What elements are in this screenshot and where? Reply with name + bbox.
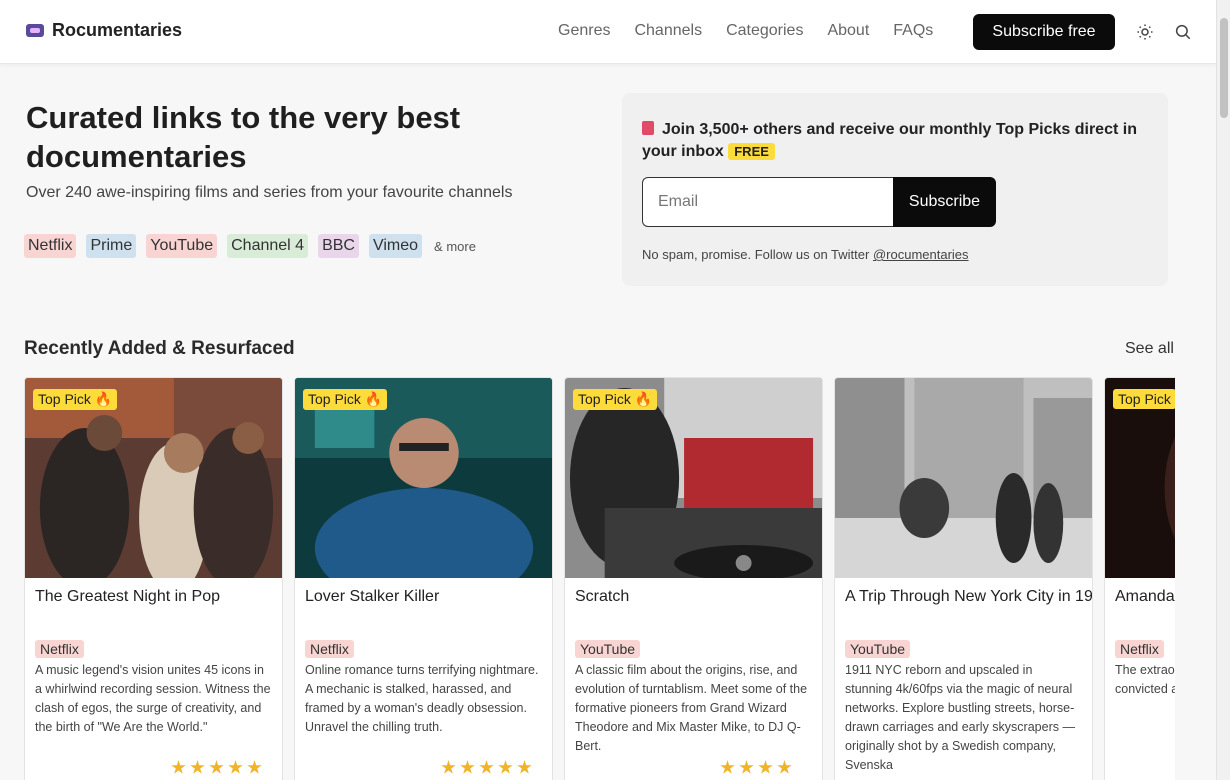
star-icon xyxy=(479,760,494,774)
twitter-link[interactable]: @rocumentaries xyxy=(873,247,969,262)
hero-title: Curated links to the very best documenta… xyxy=(26,100,461,174)
cassette-icon xyxy=(26,24,44,37)
star-icon xyxy=(777,760,792,774)
card-description: 1911 NYC reborn and upscaled in stunning… xyxy=(845,663,1075,772)
subscribe-free-button[interactable]: Subscribe free xyxy=(973,14,1115,50)
hero-subtitle: Over 240 awe-inspiring films and series … xyxy=(26,184,513,201)
card-thumbnail[interactable] xyxy=(835,378,1092,578)
free-badge: FREE xyxy=(728,143,775,160)
star-rating xyxy=(171,760,262,775)
newsletter-copy: Join 3,500+ others and receive our month… xyxy=(642,121,1137,160)
card-carousel: Top Pick 🔥 The Greatest Night in Pop Net… xyxy=(24,377,1175,780)
newsletter-note: No spam, promise. Follow us on Twitter @… xyxy=(642,247,969,262)
card-channel-tag[interactable]: Netflix xyxy=(305,640,354,658)
nav-genres[interactable]: Genres xyxy=(558,22,610,40)
card-description: Online romance turns terrifying nightmar… xyxy=(305,663,539,734)
newsletter-note-text: No spam, promise. Follow us on Twitter xyxy=(642,247,870,262)
star-icon xyxy=(247,760,262,774)
tag-netflix[interactable]: Netflix xyxy=(24,234,77,258)
card-title[interactable]: Scratch xyxy=(575,588,629,606)
card-channel-tag[interactable]: YouTube xyxy=(575,640,641,658)
email-field[interactable] xyxy=(642,177,894,227)
star-rating xyxy=(441,760,532,775)
card-description: A classic film about the origins, rise, … xyxy=(575,663,808,753)
nav-faqs[interactable]: FAQs xyxy=(893,22,933,40)
nav-categories[interactable]: Categories xyxy=(726,22,803,40)
card-title[interactable]: Amanda Knox xyxy=(1115,588,1175,606)
star-rating xyxy=(720,760,792,775)
card-title[interactable]: Lover Stalker Killer xyxy=(305,588,439,606)
card-title[interactable]: A Trip Through New York City in 1911 xyxy=(845,588,1092,606)
top-header: Rocumentaries Genres Channels Categories… xyxy=(0,0,1216,64)
logo[interactable]: Rocumentaries xyxy=(26,20,182,41)
nav-channels[interactable]: Channels xyxy=(634,22,702,40)
top-pick-badge: Top Pick 🔥 xyxy=(33,389,118,410)
card-description: The extraordinary story of a woman twice… xyxy=(1115,663,1175,696)
see-all-link[interactable]: See all xyxy=(1125,340,1174,358)
card-description: A music legend's vision unites 45 icons … xyxy=(35,663,271,734)
star-icon xyxy=(720,760,735,774)
tag-channel-4[interactable]: Channel 4 xyxy=(227,234,309,258)
more-tags-link[interactable]: & more xyxy=(434,239,476,254)
star-icon xyxy=(758,760,773,774)
star-icon xyxy=(498,760,513,774)
star-icon xyxy=(739,760,754,774)
star-icon xyxy=(517,760,532,774)
card-title[interactable]: The Greatest Night in Pop xyxy=(35,588,220,606)
documentary-card[interactable]: Top Pick 🔥 The Greatest Night in Pop Net… xyxy=(24,377,283,780)
star-icon xyxy=(171,760,186,774)
card-channel-tag[interactable]: YouTube xyxy=(845,640,911,658)
nav-about[interactable]: About xyxy=(827,22,869,40)
documentary-card[interactable]: A Trip Through New York City in 1911 You… xyxy=(834,377,1093,780)
documentary-card[interactable]: Top Pick Amanda Knox Netflix The extraor… xyxy=(1104,377,1175,780)
top-pick-badge: Top Pick 🔥 xyxy=(303,389,388,410)
card-channel-tag[interactable]: Netflix xyxy=(1115,640,1164,658)
tag-youtube[interactable]: YouTube xyxy=(146,234,218,258)
scrollbar-thumb[interactable] xyxy=(1220,18,1228,118)
newsletter-subscribe-button[interactable]: Subscribe xyxy=(893,177,996,227)
channel-tags: Netflix Prime YouTube Channel 4 BBC Vime… xyxy=(24,234,476,258)
star-icon xyxy=(460,760,475,774)
star-icon xyxy=(209,760,224,774)
mailbox-icon xyxy=(642,121,654,135)
star-icon xyxy=(228,760,243,774)
documentary-card[interactable]: Top Pick 🔥 Lover Stalker Killer Netflix … xyxy=(294,377,553,780)
tag-prime[interactable]: Prime xyxy=(86,234,137,258)
top-pick-badge: Top Pick xyxy=(1113,389,1175,409)
tag-bbc[interactable]: BBC xyxy=(318,234,359,258)
search-icon[interactable] xyxy=(1174,23,1192,41)
newsletter-box: Join 3,500+ others and receive our month… xyxy=(622,93,1168,286)
documentary-card[interactable]: Top Pick 🔥 Scratch YouTube A classic fil… xyxy=(564,377,823,780)
main-nav: Genres Channels Categories About FAQs xyxy=(558,22,933,40)
card-channel-tag[interactable]: Netflix xyxy=(35,640,84,658)
star-icon xyxy=(441,760,456,774)
logo-text: Rocumentaries xyxy=(52,20,183,40)
page-scrollbar[interactable] xyxy=(1216,0,1230,780)
newsletter-text: Join 3,500+ others and receive our month… xyxy=(642,119,1142,163)
section-title: Recently Added & Resurfaced xyxy=(24,338,295,359)
sun-icon[interactable] xyxy=(1136,23,1154,41)
tag-vimeo[interactable]: Vimeo xyxy=(368,234,423,258)
top-pick-badge: Top Pick 🔥 xyxy=(573,389,658,410)
star-icon xyxy=(190,760,205,774)
